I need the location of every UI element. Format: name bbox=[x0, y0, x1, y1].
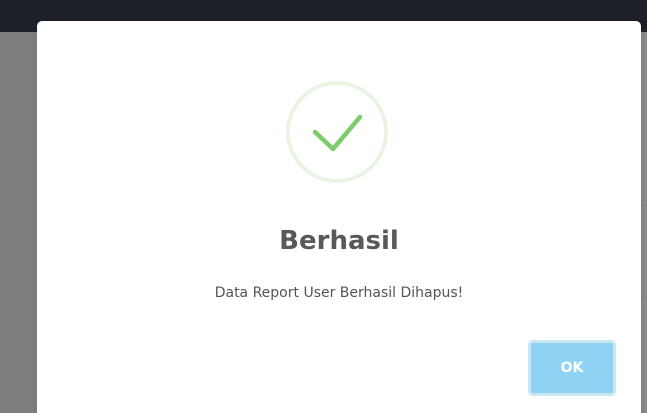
background-divider bbox=[0, 288, 36, 289]
success-dialog: Berhasil Data Report User Berhasil Dihap… bbox=[37, 21, 641, 413]
dialog-message: Data Report User Berhasil Dihapus! bbox=[214, 285, 464, 301]
check-mark-icon bbox=[312, 114, 363, 152]
success-check-icon bbox=[286, 81, 388, 183]
background-divider bbox=[641, 297, 647, 298]
background-divider bbox=[641, 205, 647, 206]
background-divider bbox=[0, 56, 36, 57]
page-sidebar-area bbox=[0, 32, 36, 413]
dialog-title: Berhasil bbox=[279, 226, 399, 256]
ok-button[interactable]: OK bbox=[528, 340, 616, 396]
background-divider bbox=[0, 140, 36, 141]
